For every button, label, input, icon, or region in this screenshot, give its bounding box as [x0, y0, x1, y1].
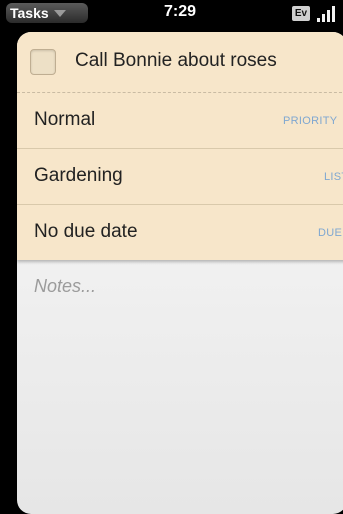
complete-checkbox[interactable] — [30, 49, 56, 75]
app-menu-button[interactable]: Tasks — [6, 3, 88, 23]
priority-value: Normal — [34, 109, 96, 130]
status-bar: Tasks 7:29 Ev — [0, 0, 343, 26]
task-detail-card: Call Bonnie about roses Normal PRIORITY … — [17, 32, 343, 514]
priority-label: PRIORITY — [283, 115, 338, 127]
due-date-label: DUE — [318, 227, 343, 239]
network-ev-icon: Ev — [292, 6, 310, 21]
signal-strength-icon — [315, 4, 339, 22]
list-label: LIST — [324, 171, 343, 183]
task-title-row[interactable]: Call Bonnie about roses — [17, 32, 343, 93]
task-title[interactable]: Call Bonnie about roses — [75, 50, 277, 72]
priority-field[interactable]: Normal PRIORITY — [17, 93, 343, 149]
clock: 7:29 — [163, 3, 197, 20]
notes-input[interactable]: Notes... — [34, 276, 96, 297]
list-value: Gardening — [34, 165, 123, 186]
dropdown-arrow-icon — [53, 9, 66, 17]
task-header: Call Bonnie about roses Normal PRIORITY … — [17, 32, 343, 260]
due-date-value: No due date — [34, 221, 138, 242]
list-field[interactable]: Gardening LIST — [17, 149, 343, 205]
app-menu-label: Tasks — [10, 5, 49, 21]
due-date-field[interactable]: No due date DUE — [17, 205, 343, 260]
